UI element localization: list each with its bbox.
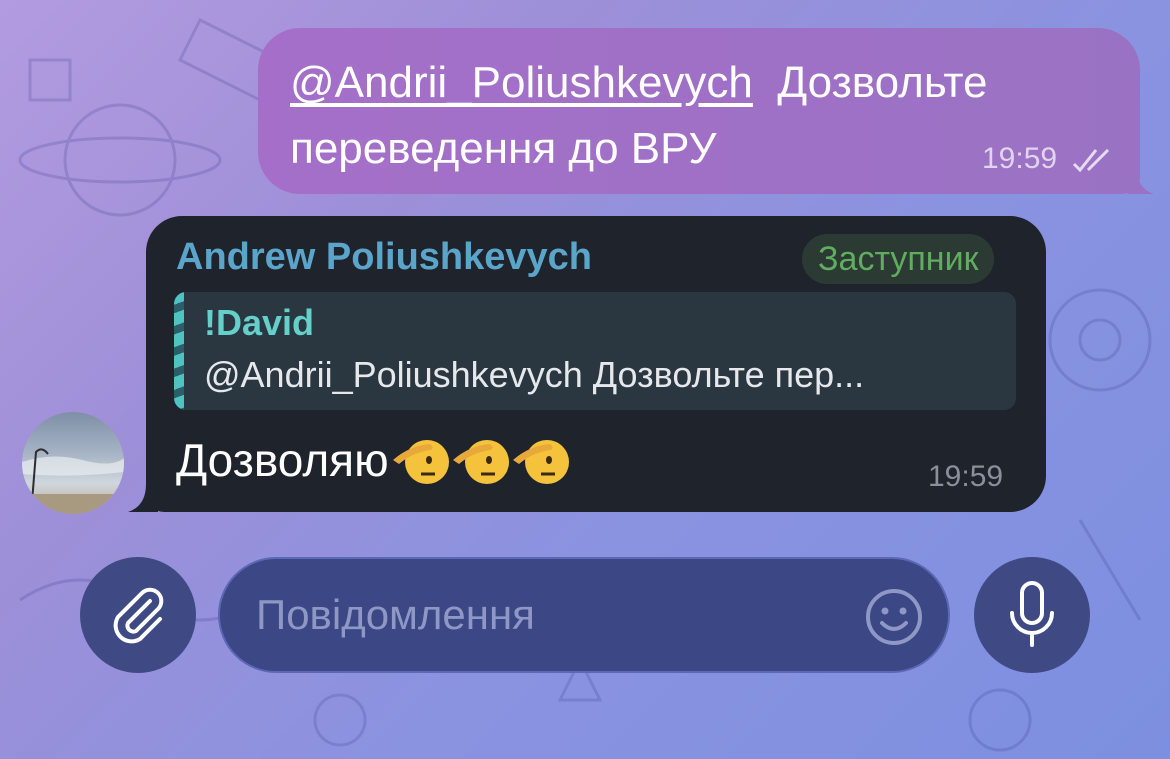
incoming-timestamp: 19:59 <box>928 460 1004 493</box>
saluting-face-icon <box>392 440 449 484</box>
message-input[interactable]: Повідомлення <box>218 557 950 673</box>
outgoing-bubble-tail <box>1128 168 1154 194</box>
double-check-icon <box>1072 148 1110 173</box>
avatar-photo <box>22 448 124 514</box>
saluting-face-icon <box>512 440 569 484</box>
reply-text: @Andrii_Poliushkevych Дозвольте пер... <box>204 354 865 395</box>
message-input-placeholder: Повідомлення <box>256 591 535 638</box>
reply-accent-bar <box>174 292 184 410</box>
attach-button[interactable] <box>80 557 196 673</box>
incoming-message-body: Дозволяю <box>176 434 389 486</box>
sender-name[interactable]: Andrew Poliushkevych <box>176 236 592 279</box>
saluting-face-icon <box>452 440 509 484</box>
incoming-message-text: Дозволяю <box>176 430 569 490</box>
incoming-bubble-tail <box>128 484 158 512</box>
microphone-button[interactable] <box>974 557 1090 673</box>
reply-author: !David <box>204 302 315 343</box>
avatar[interactable] <box>22 412 124 514</box>
paperclip-icon <box>113 587 164 644</box>
smiley-icon[interactable] <box>864 587 924 647</box>
role-badge: Заступник <box>802 234 995 284</box>
microphone-icon <box>1010 581 1054 647</box>
outgoing-timestamp: 19:59 <box>982 142 1058 175</box>
reply-quote[interactable]: !David @Andrii_Poliushkevych Дозвольте п… <box>174 292 1016 410</box>
mention-link[interactable]: @Andrii_Poliushkevych <box>290 58 753 107</box>
